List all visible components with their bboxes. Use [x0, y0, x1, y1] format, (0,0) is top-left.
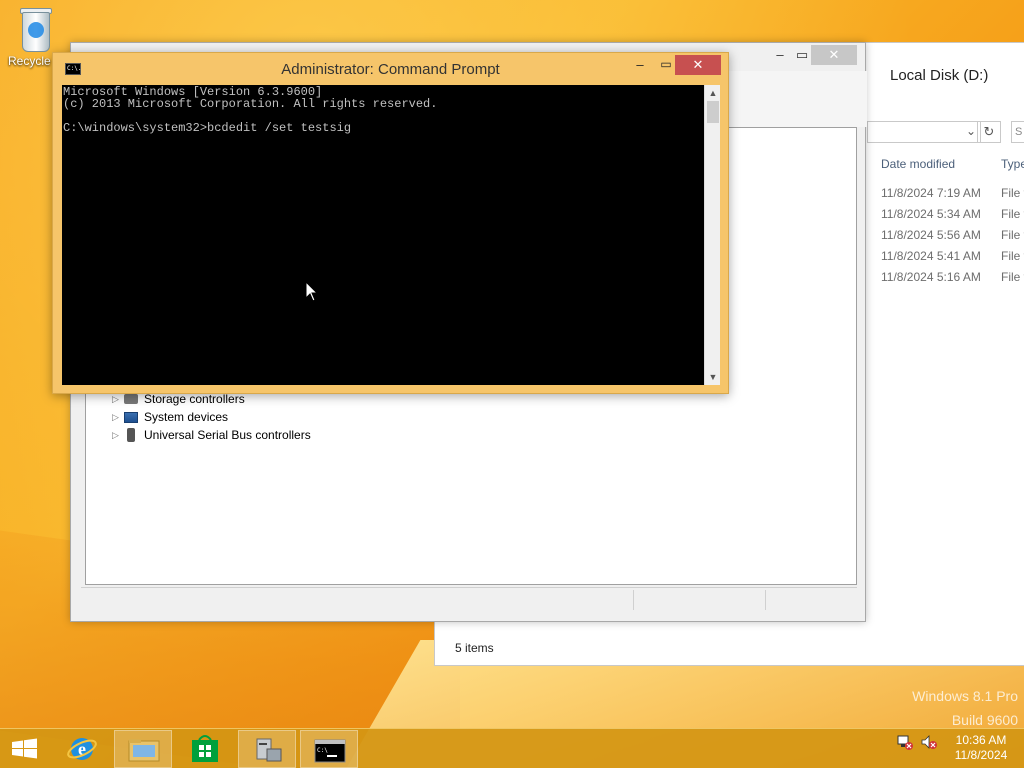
scroll-down-icon[interactable]: ▼ — [705, 369, 721, 385]
taskbar-device-manager[interactable] — [238, 730, 296, 768]
scroll-up-icon[interactable]: ▲ — [705, 85, 721, 101]
refresh-icon[interactable]: ↻ — [977, 121, 1001, 143]
file-row-type[interactable]: File f — [1001, 228, 1024, 242]
recycle-bin-icon — [18, 4, 54, 54]
clock-time: 10:36 AM — [955, 733, 1007, 747]
start-button[interactable] — [4, 733, 44, 765]
storage-icon — [124, 394, 138, 404]
status-item-count: 5 items — [455, 641, 494, 655]
volume-icon[interactable] — [920, 733, 938, 754]
command-prompt-window: C:\. Administrator: Command Prompt – ▭ ✕… — [52, 52, 729, 394]
scroll-thumb[interactable] — [707, 101, 719, 123]
chevron-down-icon[interactable]: ⌄ — [966, 124, 976, 138]
console-line: (c) 2013 Microsoft Corporation. All righ… — [63, 97, 438, 111]
tree-item-label: Universal Serial Bus controllers — [144, 428, 311, 442]
file-row-date[interactable]: 11/8/2024 5:16 AM — [881, 270, 981, 284]
mouse-cursor-icon — [305, 281, 319, 302]
network-icon[interactable] — [896, 733, 914, 754]
file-row-type[interactable]: File f — [1001, 249, 1024, 263]
expand-icon[interactable]: ▷ — [112, 430, 124, 441]
device-manager-statusbar — [81, 587, 857, 611]
volume-muted-icon — [921, 735, 937, 749]
store-icon — [192, 735, 218, 762]
taskbar-command-prompt[interactable]: C:\ — [300, 730, 358, 768]
network-disconnected-icon — [897, 735, 913, 750]
file-row-type[interactable]: File f — [1001, 186, 1024, 200]
column-header-date-modified[interactable]: Date modified — [881, 157, 955, 171]
search-input[interactable]: S — [1011, 121, 1024, 143]
expand-icon[interactable]: ▷ — [112, 412, 124, 423]
watermark-edition: Windows 8.1 Pro — [912, 688, 1018, 704]
tree-item-system-devices[interactable]: ▷ System devices — [112, 408, 228, 426]
column-header-type[interactable]: Type — [1001, 157, 1024, 171]
os-watermark: Windows 8.1 Pro Build 9600 — [912, 684, 1018, 732]
expand-icon[interactable]: ▷ — [112, 394, 124, 405]
windows-logo-icon — [12, 738, 37, 759]
file-row-type[interactable]: File f — [1001, 207, 1024, 221]
device-manager-icon — [256, 738, 282, 762]
svg-text:C:\: C:\ — [317, 747, 328, 754]
tree-item-usb-controllers[interactable]: ▷ Universal Serial Bus controllers — [112, 426, 311, 444]
file-row-date[interactable]: 11/8/2024 5:34 AM — [881, 207, 981, 221]
computer-icon — [124, 411, 138, 423]
taskbar-internet-explorer[interactable]: e — [54, 730, 112, 768]
taskbar: e C:\ 10:36 AM 11/8/2024 — [0, 728, 1024, 768]
taskbar-file-explorer[interactable] — [114, 730, 172, 768]
console-input-line[interactable]: C:\windows\system32>bcdedit /set testsig — [63, 122, 703, 134]
file-row-date[interactable]: 11/8/2024 7:19 AM — [881, 186, 981, 200]
command-prompt-titlebar[interactable]: C:\. Administrator: Command Prompt – ▭ ✕ — [53, 53, 728, 85]
system-clock[interactable]: 10:36 AM 11/8/2024 — [946, 733, 1016, 763]
internet-explorer-icon: e — [67, 738, 97, 760]
console-output[interactable]: Microsoft Windows [Version 6.3.9600] (c) … — [62, 85, 704, 385]
vertical-scrollbar[interactable]: ▲ ▼ — [704, 85, 720, 385]
close-button[interactable]: ✕ — [811, 45, 857, 65]
tree-item-label: Storage controllers — [144, 392, 245, 406]
file-row-type[interactable]: File f — [1001, 270, 1024, 284]
file-row-date[interactable]: 11/8/2024 5:56 AM — [881, 228, 981, 242]
usb-icon — [127, 428, 135, 442]
tree-item-label: System devices — [144, 410, 229, 424]
close-button[interactable]: ✕ — [675, 55, 721, 75]
folder-icon — [128, 739, 160, 762]
taskbar-store[interactable] — [176, 730, 234, 768]
clock-date: 11/8/2024 — [954, 748, 1008, 762]
file-row-date[interactable]: 11/8/2024 5:41 AM — [881, 249, 981, 263]
command-prompt-icon: C:\ — [314, 739, 346, 763]
minimize-button[interactable]: – — [627, 57, 653, 77]
explorer-title: Local Disk (D:) — [890, 67, 989, 84]
address-bar[interactable]: ⌄ — [867, 121, 981, 143]
